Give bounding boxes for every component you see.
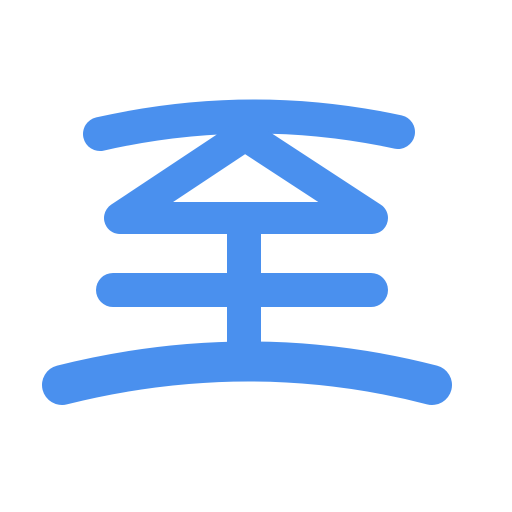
stroke-bottom-bar [42, 341, 452, 405]
app-icon: 至 [0, 0, 512, 512]
glyph-zhi-icon: 至 [42, 99, 452, 405]
